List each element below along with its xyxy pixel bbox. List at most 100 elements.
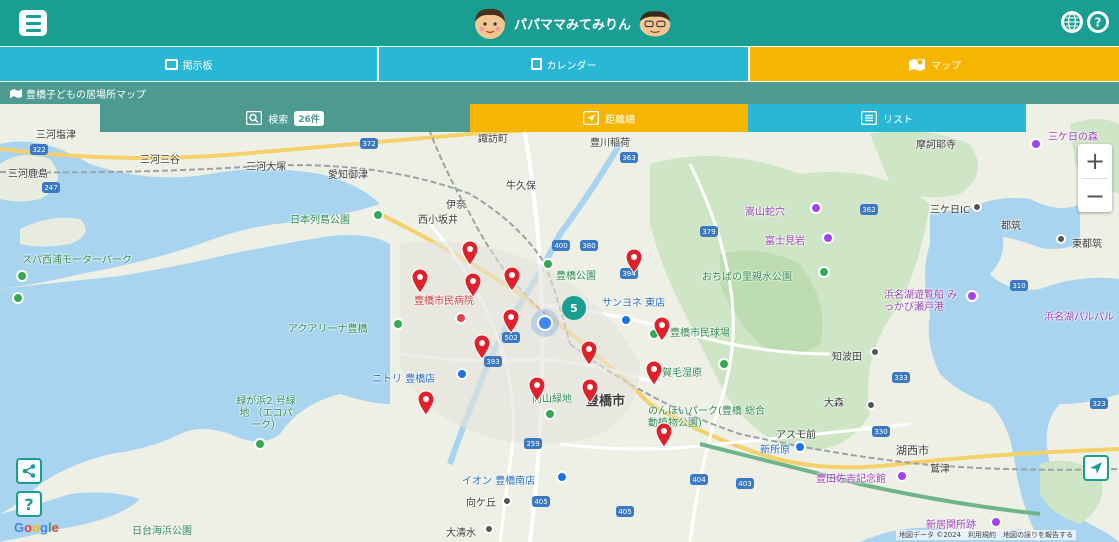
route-shield: 247	[42, 182, 60, 193]
zoom-control: + −	[1078, 144, 1112, 212]
father-face-icon	[639, 11, 671, 37]
tab-board[interactable]: 掲示板	[0, 47, 377, 81]
zoom-out-button[interactable]: −	[1078, 179, 1112, 213]
route-shield: 405	[616, 506, 634, 517]
map-label: 牛久保	[506, 181, 536, 192]
tab-map[interactable]: マップ	[750, 47, 1119, 81]
park-poi-icon[interactable]	[392, 318, 404, 330]
route-shield: 404	[690, 474, 708, 485]
map-label: 豊田佐吉記念館	[816, 474, 886, 485]
route-shield: 400	[552, 240, 570, 251]
tab-search-label: 検索	[268, 114, 289, 126]
map-attribution[interactable]: 地図データ ©2024 利用規約 地図の誤りを報告する	[896, 530, 1077, 540]
help-svg: ?	[1090, 14, 1106, 30]
tab-map-label: マップ	[931, 60, 961, 72]
place-marker-pin[interactable]	[653, 316, 671, 342]
mother-face-icon	[475, 8, 505, 39]
hospital-poi-icon[interactable]	[455, 312, 467, 324]
search-icon	[246, 111, 263, 125]
map-label: ニトリ 豊橋店	[372, 374, 436, 385]
transit-poi-icon[interactable]	[794, 441, 806, 453]
transit-poi-icon[interactable]	[866, 400, 876, 410]
map-view[interactable]: 三河塩津 三河鹿島 三河三谷 三河大塚 愛知御津 諏訪町 豊川稲荷 牛久保 伊奈…	[0, 104, 1119, 542]
place-marker-pin[interactable]	[411, 268, 429, 294]
map-label: 知波田	[832, 352, 862, 363]
transit-poi-icon[interactable]	[484, 524, 494, 534]
park-poi-icon[interactable]	[16, 270, 28, 282]
map-label: 豊橋市民球場	[670, 328, 730, 339]
map-label: 大清水	[446, 528, 476, 539]
app-header: パパママみてみりん ?	[0, 0, 1119, 46]
route-shield: 405	[532, 496, 550, 507]
place-marker-pin[interactable]	[502, 308, 520, 334]
park-poi-icon[interactable]	[818, 266, 830, 278]
map-subtabs: 検索 26件 距離順 リスト	[100, 104, 1026, 132]
globe-icon[interactable]	[1061, 11, 1083, 33]
map-label: 浜名湖パルパル	[1044, 312, 1114, 323]
map-label: 湖西市	[896, 444, 929, 457]
svg-text:?: ?	[1095, 16, 1102, 30]
map-label: 嵩山蛇穴	[745, 207, 785, 218]
menu-button[interactable]	[19, 10, 47, 36]
place-marker-pin[interactable]	[503, 266, 521, 292]
attraction-poi-icon[interactable]	[810, 202, 822, 214]
transit-poi-icon[interactable]	[502, 496, 512, 506]
place-marker-pin[interactable]	[581, 378, 599, 404]
transit-poi-icon[interactable]	[870, 347, 880, 357]
zoom-in-button[interactable]: +	[1078, 144, 1112, 178]
place-marker-pin[interactable]	[473, 334, 491, 360]
map-label: 三河塩津	[36, 130, 76, 141]
hamburger-line	[25, 14, 41, 18]
route-shield: 363	[620, 152, 638, 163]
route-shield: 403	[736, 478, 754, 489]
park-poi-icon[interactable]	[544, 408, 556, 420]
board-icon	[164, 58, 178, 70]
park-poi-icon[interactable]	[372, 209, 384, 221]
place-marker-pin[interactable]	[528, 376, 546, 402]
route-shield: 362	[860, 204, 878, 215]
transit-poi-icon[interactable]	[972, 202, 982, 212]
main-nav: 掲示板 カレンダー マップ	[0, 47, 1119, 81]
map-label: 西小坂井	[418, 215, 458, 226]
map-label: 愛知御津	[328, 170, 368, 181]
marker-cluster[interactable]: 5	[562, 296, 586, 320]
park-poi-icon[interactable]	[718, 358, 730, 370]
park-poi-icon[interactable]	[542, 258, 554, 270]
locate-button[interactable]	[1083, 455, 1109, 481]
share-button[interactable]	[16, 458, 42, 484]
help-icon[interactable]: ?	[1087, 11, 1109, 33]
map-icon	[909, 58, 925, 71]
place-marker-pin[interactable]	[580, 340, 598, 366]
place-marker-pin[interactable]	[464, 272, 482, 298]
tab-calendar[interactable]: カレンダー	[379, 47, 748, 81]
attraction-poi-icon[interactable]	[896, 470, 908, 482]
shop-poi-icon[interactable]	[456, 368, 468, 380]
place-marker-pin[interactable]	[655, 422, 673, 448]
park-poi-icon[interactable]	[12, 292, 24, 304]
tab-search[interactable]: 検索 26件	[100, 104, 470, 132]
help-button[interactable]: ?	[16, 491, 42, 517]
route-shield: 323	[1090, 398, 1108, 409]
attraction-poi-icon[interactable]	[966, 290, 978, 302]
calendar-icon	[530, 58, 542, 70]
map-label: 都筑	[1001, 221, 1021, 232]
tab-list[interactable]: リスト	[748, 104, 1026, 132]
place-marker-pin[interactable]	[625, 248, 643, 274]
attraction-poi-icon[interactable]	[1030, 138, 1042, 150]
park-poi-icon[interactable]	[254, 438, 266, 450]
attraction-poi-icon[interactable]	[822, 232, 834, 244]
shop-poi-icon[interactable]	[620, 314, 632, 326]
place-marker-pin[interactable]	[417, 390, 435, 416]
map-label: 三河三谷	[140, 155, 180, 166]
attraction-poi-icon[interactable]	[990, 516, 1002, 528]
tab-distance[interactable]: 距離順	[470, 104, 748, 132]
app-logo[interactable]: パパママみてみりん	[472, 6, 673, 40]
shop-poi-icon[interactable]	[556, 471, 568, 483]
map-label: 豊川稲荷	[590, 138, 630, 149]
place-marker-pin[interactable]	[461, 240, 479, 266]
breadcrumb: 豊橋子どもの居場所マップ	[0, 82, 1119, 104]
transit-poi-icon[interactable]	[1056, 234, 1066, 244]
place-marker-pin[interactable]	[645, 360, 663, 386]
map-label: 大森	[824, 398, 844, 409]
navigation-arrow-icon	[1090, 462, 1102, 474]
